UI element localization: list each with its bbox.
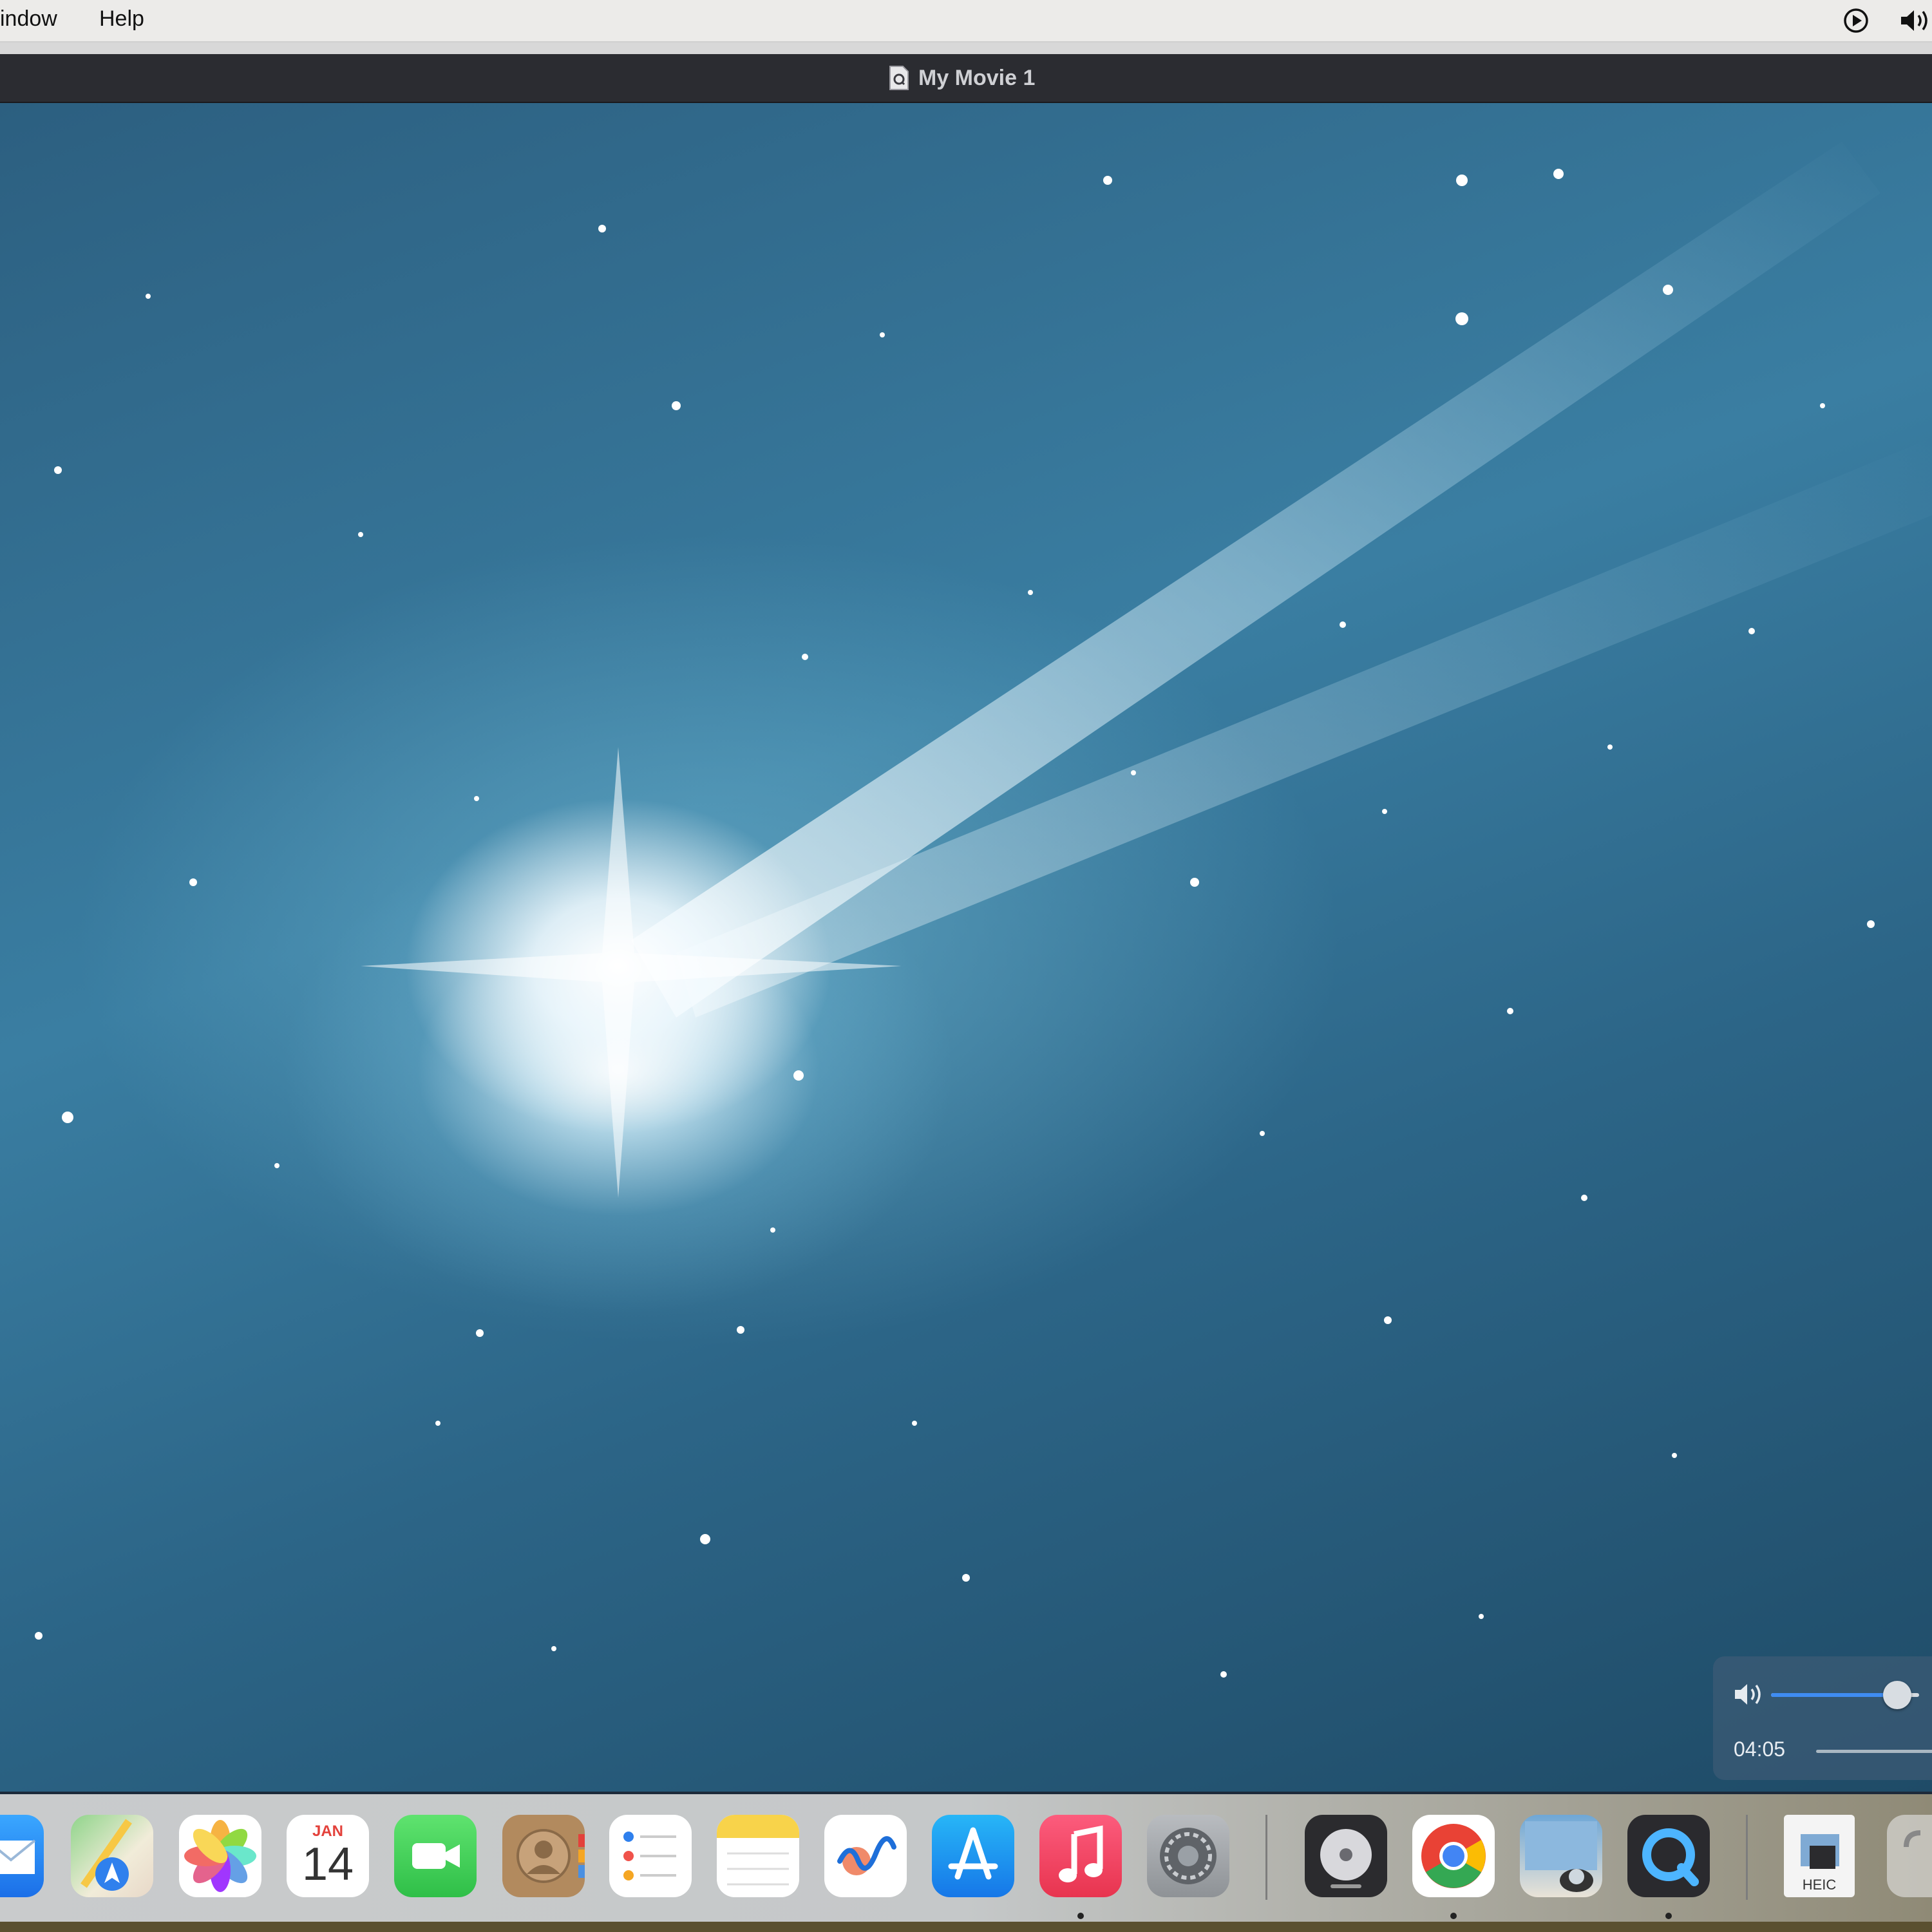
chrome-icon[interactable]	[1412, 1815, 1495, 1897]
desktop-wallpaper-strip	[0, 1922, 1932, 1932]
menu-shadow-strip	[0, 43, 1932, 54]
window-title: My Movie 1	[889, 63, 1035, 93]
quicktime-icon[interactable]	[1627, 1815, 1710, 1897]
starfield-comet-image	[35, 142, 1932, 1678]
dock-separator-files	[1746, 1815, 1748, 1900]
help-icon[interactable]	[1887, 1815, 1932, 1897]
chrome-running-indicator	[1450, 1913, 1457, 1919]
volume-slider[interactable]	[1771, 1681, 1919, 1709]
current-time: 04:05	[1734, 1738, 1786, 1761]
reminders-icon[interactable]	[609, 1815, 692, 1897]
calendar-day: 14	[301, 1839, 354, 1890]
app-store-icon[interactable]	[932, 1815, 1014, 1897]
notes-icon[interactable]	[717, 1815, 799, 1897]
system-settings-icon[interactable]	[1147, 1815, 1229, 1897]
quicktime-running-indicator	[1665, 1913, 1672, 1919]
heic-file-icon[interactable]: HEIC	[1784, 1815, 1855, 1897]
window-title-text: My Movie 1	[918, 65, 1036, 90]
maps-icon[interactable]	[71, 1815, 153, 1897]
menu-bar: indow Help	[0, 0, 1932, 43]
music-icon[interactable]	[1039, 1815, 1122, 1897]
photos-icon[interactable]	[179, 1815, 261, 1897]
volume-status-icon[interactable]	[1899, 5, 1932, 36]
mail-icon[interactable]	[0, 1815, 44, 1897]
volume-slider-fill	[1771, 1693, 1897, 1697]
video-frame[interactable]: 04:05	[0, 103, 1932, 1792]
speaker-icon[interactable]	[1732, 1680, 1767, 1709]
dock-separator	[1265, 1815, 1267, 1900]
heic-file-label: HEIC	[1802, 1877, 1837, 1893]
calendar-icon[interactable]: JAN 14	[287, 1815, 369, 1897]
volume-slider-knob[interactable]	[1882, 1681, 1911, 1709]
movie-document-icon	[889, 66, 909, 90]
player-controls: 04:05	[1713, 1656, 1932, 1780]
window-titlebar[interactable]: My Movie 1	[0, 54, 1932, 103]
contacts-icon[interactable]	[502, 1815, 585, 1897]
menu-help[interactable]: Help	[99, 6, 144, 32]
facetime-icon[interactable]	[394, 1815, 477, 1897]
freeform-icon[interactable]	[824, 1815, 907, 1897]
logic-icon[interactable]	[1305, 1815, 1387, 1897]
play-status-icon[interactable]	[1841, 5, 1871, 36]
music-running-indicator	[1077, 1913, 1084, 1919]
preview-icon[interactable]	[1520, 1815, 1602, 1897]
menu-window[interactable]: indow	[0, 6, 57, 32]
timeline-scrubber[interactable]	[1816, 1750, 1932, 1753]
